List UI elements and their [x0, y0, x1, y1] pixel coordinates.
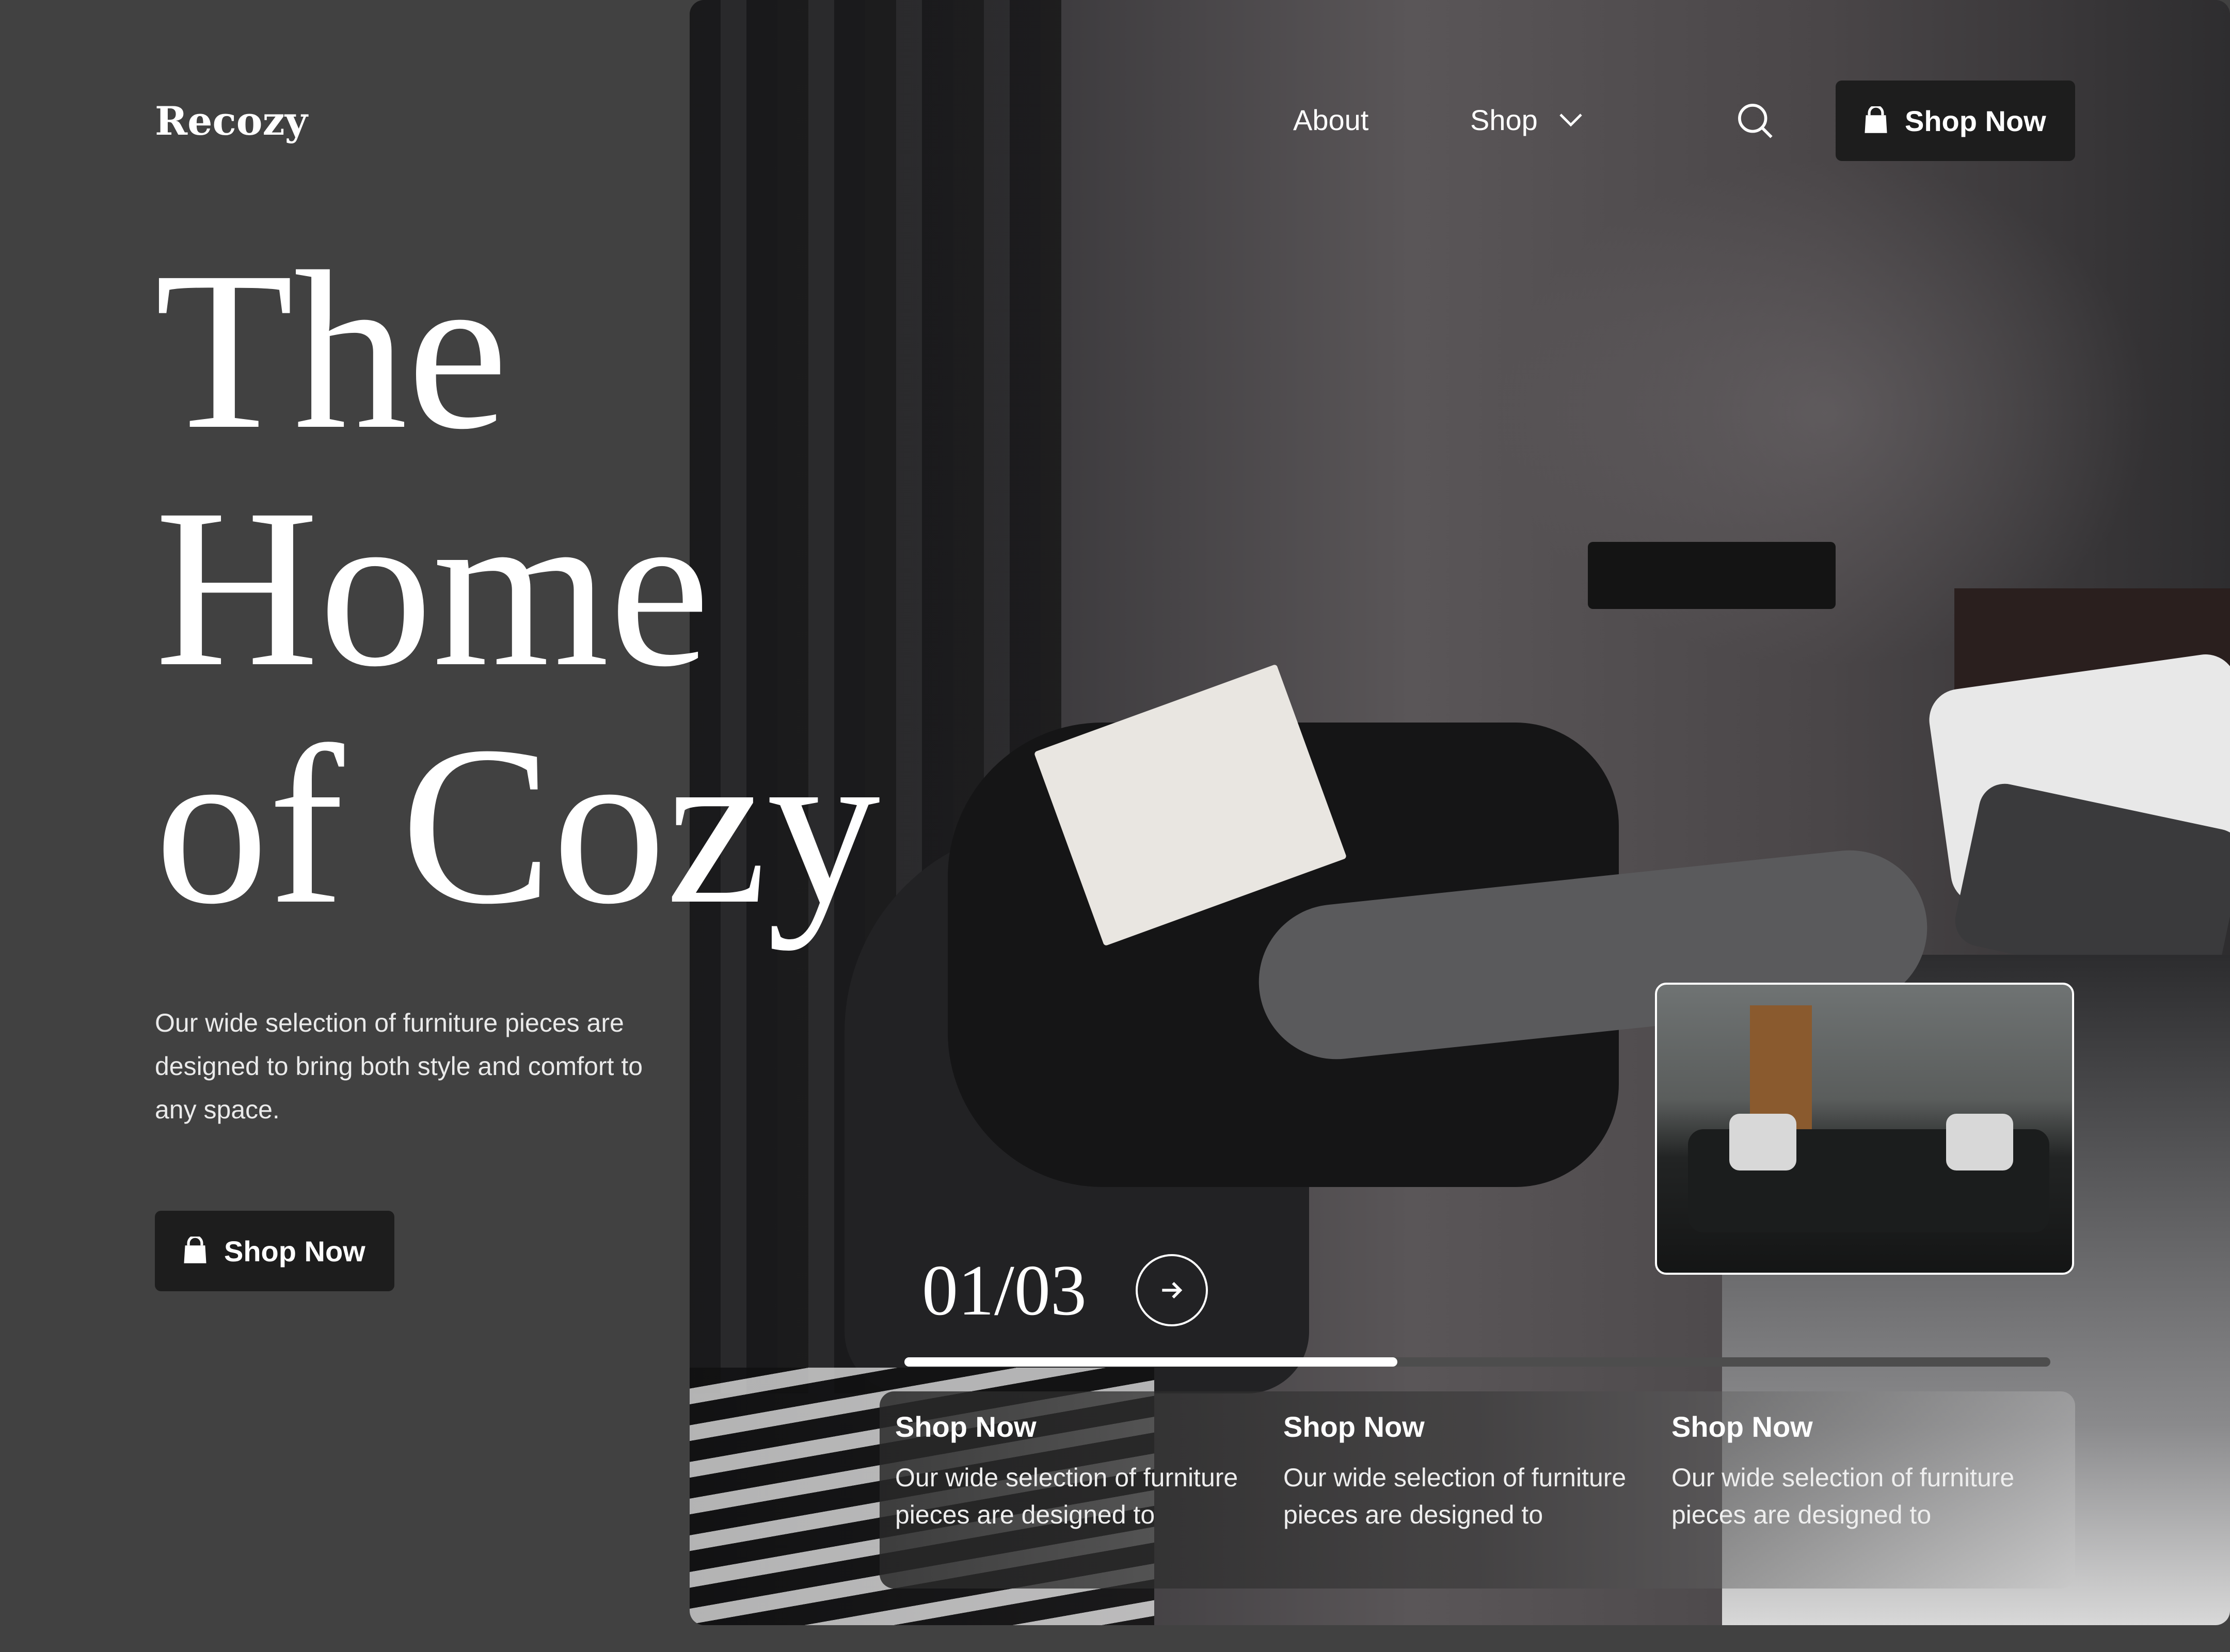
- headline-line: of Cozy: [155, 700, 881, 951]
- nav-shop-label: Shop: [1470, 104, 1538, 136]
- button-label: Shop Now: [224, 1234, 365, 1268]
- headline-line: The: [155, 225, 508, 476]
- card-title: Shop Now: [1283, 1410, 1425, 1443]
- next-slide-button[interactable]: [1136, 1254, 1208, 1326]
- card-text: Our wide selection of furniture pieces a…: [1671, 1463, 2015, 1529]
- slide-thumbnail[interactable]: [1655, 983, 2074, 1275]
- hero-image: [690, 0, 2230, 1625]
- slide-progress-bar: [904, 1357, 2050, 1367]
- shopping-bag-icon: [1865, 106, 1887, 133]
- logo[interactable]: Recozy: [155, 98, 308, 144]
- shopping-bag-icon: [184, 1237, 206, 1263]
- headline-line: Home: [155, 462, 710, 714]
- shop-now-button[interactable]: Shop Now: [155, 1211, 394, 1291]
- wall-lamp: [1588, 542, 1836, 609]
- slide-counter: 01/03: [922, 1250, 1087, 1330]
- nav-about[interactable]: About: [1293, 103, 1368, 137]
- slide-card[interactable]: Shop Now Our wide selection of furniture…: [1671, 1410, 2060, 1570]
- search-icon[interactable]: [1735, 101, 1775, 140]
- thumbnail-cushion: [1946, 1114, 2013, 1170]
- button-label: Shop Now: [1905, 104, 2046, 137]
- card-text: Our wide selection of furniture pieces a…: [895, 1463, 1238, 1529]
- slide-cards: Shop Now Our wide selection of furniture…: [880, 1391, 2075, 1589]
- header-shop-now-button[interactable]: Shop Now: [1836, 81, 2075, 161]
- card-title: Shop Now: [1671, 1410, 1813, 1443]
- slide-card[interactable]: Shop Now Our wide selection of furniture…: [1283, 1410, 1671, 1570]
- nav-shop[interactable]: Shop: [1470, 103, 1583, 137]
- hero-intro: Our wide selection of furniture pieces a…: [155, 1008, 643, 1124]
- thumbnail-cushion: [1729, 1114, 1796, 1170]
- arrow-right-icon: [1162, 1282, 1183, 1298]
- slide-card[interactable]: Shop Now Our wide selection of furniture…: [895, 1410, 1283, 1570]
- chevron-down-icon: [1559, 113, 1582, 126]
- hero-headline: The Home of Cozy: [155, 232, 880, 944]
- card-text: Our wide selection of furniture pieces a…: [1283, 1463, 1627, 1529]
- card-title: Shop Now: [895, 1410, 1037, 1443]
- progress-fill: [904, 1357, 1397, 1367]
